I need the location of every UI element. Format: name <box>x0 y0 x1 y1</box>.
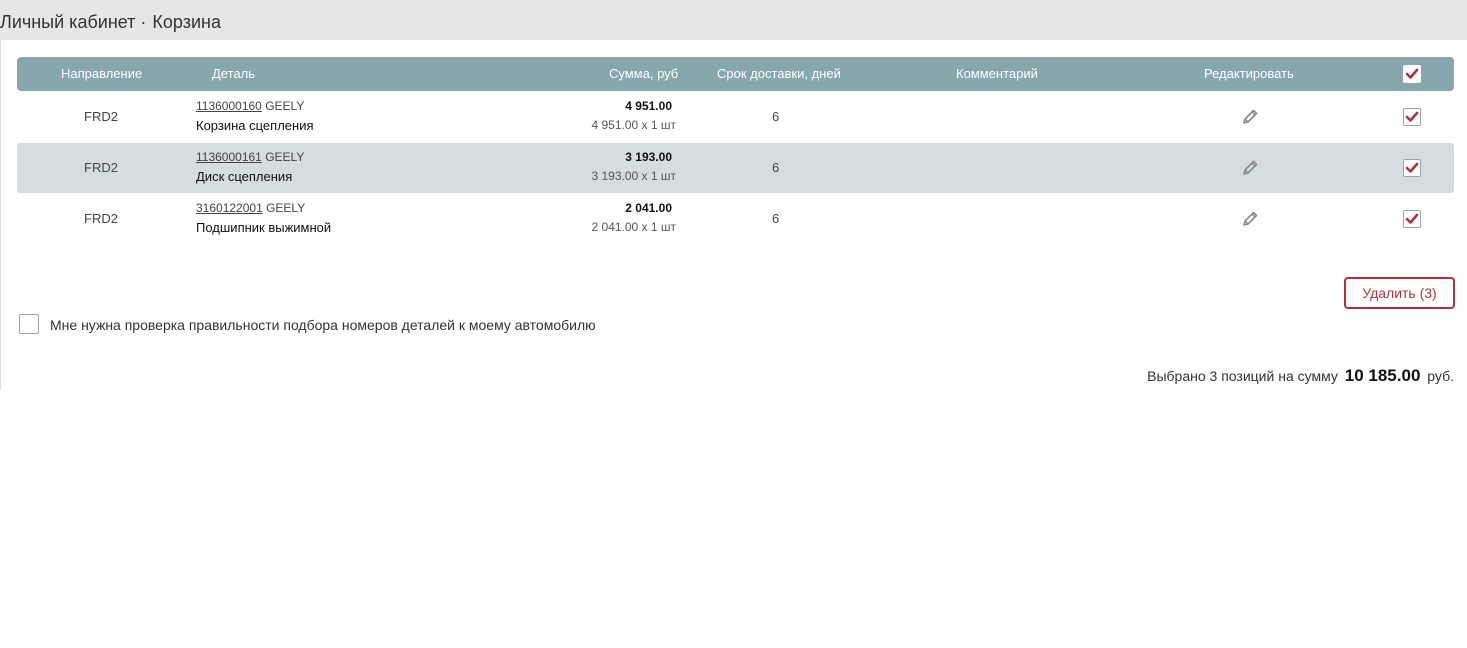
delete-button[interactable]: Удалить (3) <box>1344 277 1455 309</box>
row-sum: 4 951.00 <box>625 99 672 113</box>
row-direction: FRD2 <box>84 109 118 124</box>
order-summary: Выбрано 3 позиций на сумму 10 185.00 руб… <box>1147 366 1454 386</box>
part-name: Корзина сцепления <box>196 118 314 133</box>
row-part-line: 1136000160 GEELY <box>196 99 304 113</box>
header-direction: Направление <box>61 66 143 81</box>
row-direction: FRD2 <box>84 211 118 226</box>
row-sum-detail: 4 951.00 x 1 шт <box>591 118 676 132</box>
part-name: Диск сцепления <box>196 169 293 184</box>
breadcrumb-current: Корзина <box>152 12 221 32</box>
pencil-icon[interactable] <box>1241 159 1259 177</box>
part-number-link[interactable]: 1136000160 <box>196 99 262 113</box>
checkmark-icon <box>1405 162 1419 173</box>
breadcrumb: Личный кабинет · Корзина <box>0 12 221 33</box>
summary-prefix: Выбрано 3 позиций на сумму <box>1147 368 1338 384</box>
pencil-icon[interactable] <box>1241 108 1259 126</box>
part-name: Подшипник выжимной <box>196 220 332 235</box>
row-delivery-days: 6 <box>772 109 780 124</box>
summary-amount: 10 185.00 <box>1344 366 1421 385</box>
row-sum-detail: 3 193.00 x 1 шт <box>591 169 676 183</box>
table-row: FRD2 1136000160 GEELY Корзина сцепления … <box>17 92 1454 142</box>
row-direction: FRD2 <box>84 160 118 175</box>
pencil-icon[interactable] <box>1241 210 1259 228</box>
checkmark-icon <box>1405 68 1419 79</box>
part-brand: GEELY <box>266 201 306 215</box>
part-brand: GEELY <box>265 99 305 113</box>
breadcrumb-separator: · <box>140 12 147 32</box>
table-row: FRD2 3160122001 GEELY Подшипник выжимной… <box>17 194 1454 244</box>
row-checkbox[interactable] <box>1403 159 1421 177</box>
table-row: FRD2 1136000161 GEELY Диск сцепления 3 1… <box>17 143 1454 193</box>
top-bar: Личный кабинет · Корзина <box>0 0 1467 40</box>
cart-page: Личный кабинет · Корзина Направление Детал… <box>0 0 1467 648</box>
select-all-checkbox[interactable] <box>1403 65 1421 83</box>
row-checkbox[interactable] <box>1403 210 1421 228</box>
part-brand: GEELY <box>265 150 305 164</box>
part-number-link[interactable]: 1136000161 <box>196 150 262 164</box>
verification-checkbox[interactable] <box>19 314 39 334</box>
summary-suffix: руб. <box>1427 368 1454 384</box>
checkmark-icon <box>1405 111 1419 122</box>
row-delivery-days: 6 <box>772 211 780 226</box>
header-part: Деталь <box>212 66 255 81</box>
part-number-link[interactable]: 3160122001 <box>196 201 263 215</box>
verification-label[interactable]: Мне нужна проверка правильности подбора … <box>50 317 596 333</box>
row-part-line: 1136000161 GEELY <box>196 150 304 164</box>
header-comment: Комментарий <box>956 66 1038 81</box>
header-sum: Сумма, руб <box>609 66 679 81</box>
row-sum-detail: 2 041.00 x 1 шт <box>591 220 676 234</box>
checkmark-icon <box>1405 213 1419 224</box>
row-part-line: 3160122001 GEELY <box>196 201 305 215</box>
row-delivery-days: 6 <box>772 160 780 175</box>
header-delivery: Срок доставки, дней <box>717 66 841 81</box>
header-edit: Редактировать <box>1204 66 1294 81</box>
table-header: Направление Деталь Сумма, руб Срок доста… <box>17 57 1454 91</box>
row-checkbox[interactable] <box>1403 108 1421 126</box>
row-sum: 2 041.00 <box>625 201 672 215</box>
row-sum: 3 193.00 <box>625 150 672 164</box>
breadcrumb-root[interactable]: Личный кабинет <box>0 12 135 32</box>
